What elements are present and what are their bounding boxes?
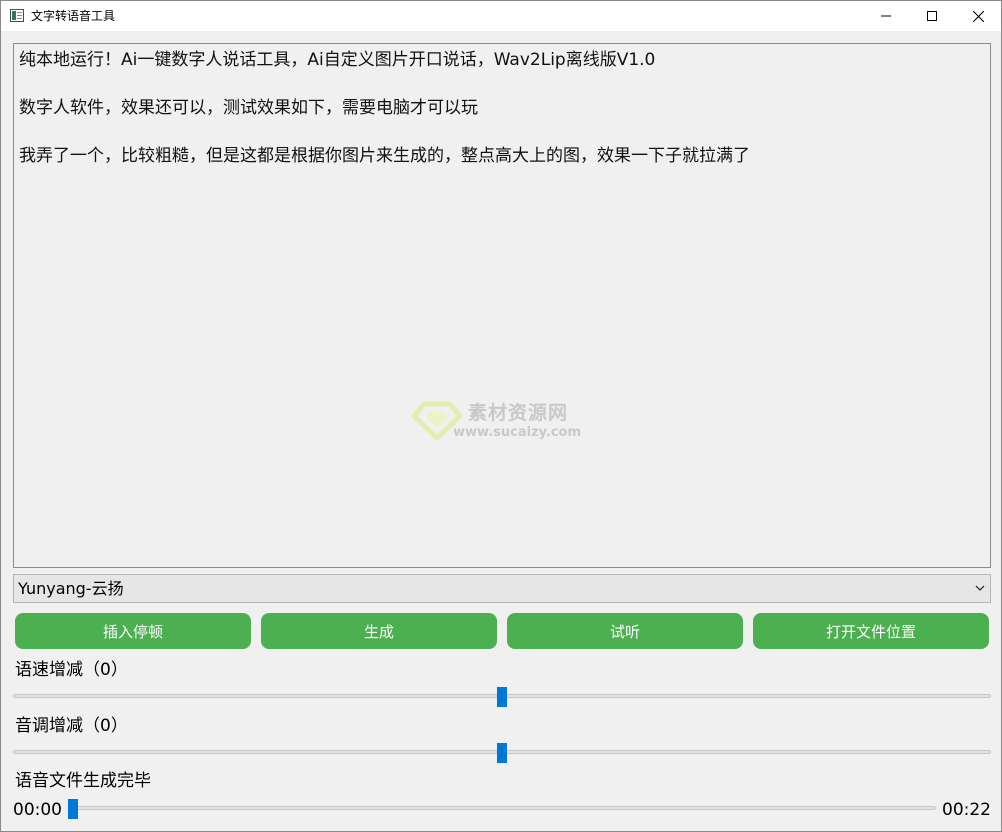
title-bar[interactable]: 文字转语音工具: [1, 1, 1001, 31]
insert-pause-button[interactable]: 插入停顿: [15, 613, 251, 649]
editor-line: 我弄了一个，比较粗糙，但是这都是根据你图片来生成的，整点高大上的图，效果一下子就…: [19, 146, 750, 166]
minimize-icon: [881, 15, 891, 17]
playback-progress-track[interactable]: [69, 806, 936, 810]
speed-label: 语速增减（0）: [15, 660, 128, 680]
window-title: 文字转语音工具: [31, 9, 116, 23]
close-icon: [972, 10, 984, 22]
editor-line: 数字人软件，效果还可以，测试效果如下，需要电脑才可以玩: [19, 98, 478, 118]
chevron-down-icon: [975, 585, 985, 591]
maximize-button[interactable]: [909, 1, 955, 31]
status-text: 语音文件生成完毕: [15, 771, 151, 791]
voice-select-value: Yunyang-云扬: [18, 579, 124, 598]
pitch-slider-handle[interactable]: [497, 743, 507, 763]
text-editor[interactable]: 纯本地运行！Ai一键数字人说话工具，Ai自定义图片开口说话，Wav2Lip离线版…: [13, 43, 991, 568]
open-file-location-button[interactable]: 打开文件位置: [753, 613, 989, 649]
preview-button[interactable]: 试听: [507, 613, 743, 649]
voice-select[interactable]: Yunyang-云扬: [13, 574, 991, 603]
generate-button[interactable]: 生成: [261, 613, 497, 649]
app-window: 文字转语音工具 纯本地运行！Ai一键数字人说话工具，Ai自定义图片开口说话，Wa…: [0, 0, 1002, 832]
maximize-icon: [927, 11, 937, 21]
current-time: 00:00: [13, 800, 62, 820]
watermark-url: www.sucaizy.com: [453, 425, 582, 440]
speed-slider-handle[interactable]: [497, 687, 507, 707]
editor-line: 纯本地运行！Ai一键数字人说话工具，Ai自定义图片开口说话，Wav2Lip离线版…: [19, 50, 656, 70]
pitch-label: 音调增减（0）: [15, 716, 128, 736]
close-button[interactable]: [955, 1, 1001, 31]
minimize-button[interactable]: [863, 1, 909, 31]
playback-progress-handle[interactable]: [68, 799, 78, 819]
watermark: 素材资源网 www.sucaizy.com: [412, 396, 612, 446]
total-time: 00:22: [942, 800, 991, 820]
app-icon: [10, 9, 24, 22]
watermark-name: 素材资源网: [468, 402, 569, 424]
